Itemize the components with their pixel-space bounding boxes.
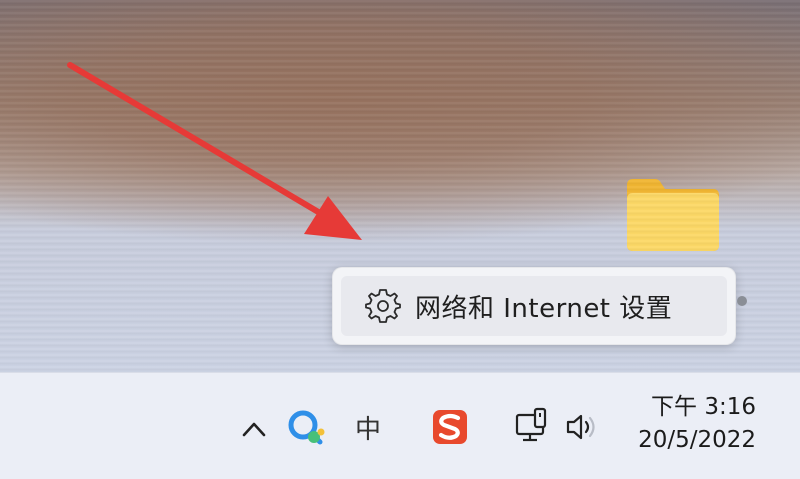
context-menu: 网络和 Internet 设置 [332,267,736,345]
menu-edge-dot [737,296,747,306]
chevron-up-icon [242,422,266,437]
taskbar: 中 下午 3:16 20/5/2022 [0,372,800,479]
menu-item-label: 网络和 Internet 设置 [415,293,673,324]
network-tray-button[interactable] [510,405,556,449]
network-icon [515,407,547,442]
network-internet-settings-item[interactable]: 网络和 Internet 设置 [341,276,727,336]
ime-label: 中 [354,414,381,445]
sogou-icon [433,410,467,444]
show-hidden-icons-button[interactable] [236,411,272,447]
clock[interactable]: 下午 3:16 20/5/2022 [638,391,756,457]
volume-tray-button[interactable] [560,407,604,447]
clock-date: 20/5/2022 [638,427,756,453]
qq-icon [288,410,325,445]
qq-tray-button[interactable] [284,405,328,449]
sogou-ime-button[interactable] [428,405,472,449]
clock-time: 下午 3:16 [651,394,756,420]
gear-icon [365,289,401,323]
ime-toggle-button[interactable]: 中 [348,405,388,449]
volume-icon [566,414,595,440]
